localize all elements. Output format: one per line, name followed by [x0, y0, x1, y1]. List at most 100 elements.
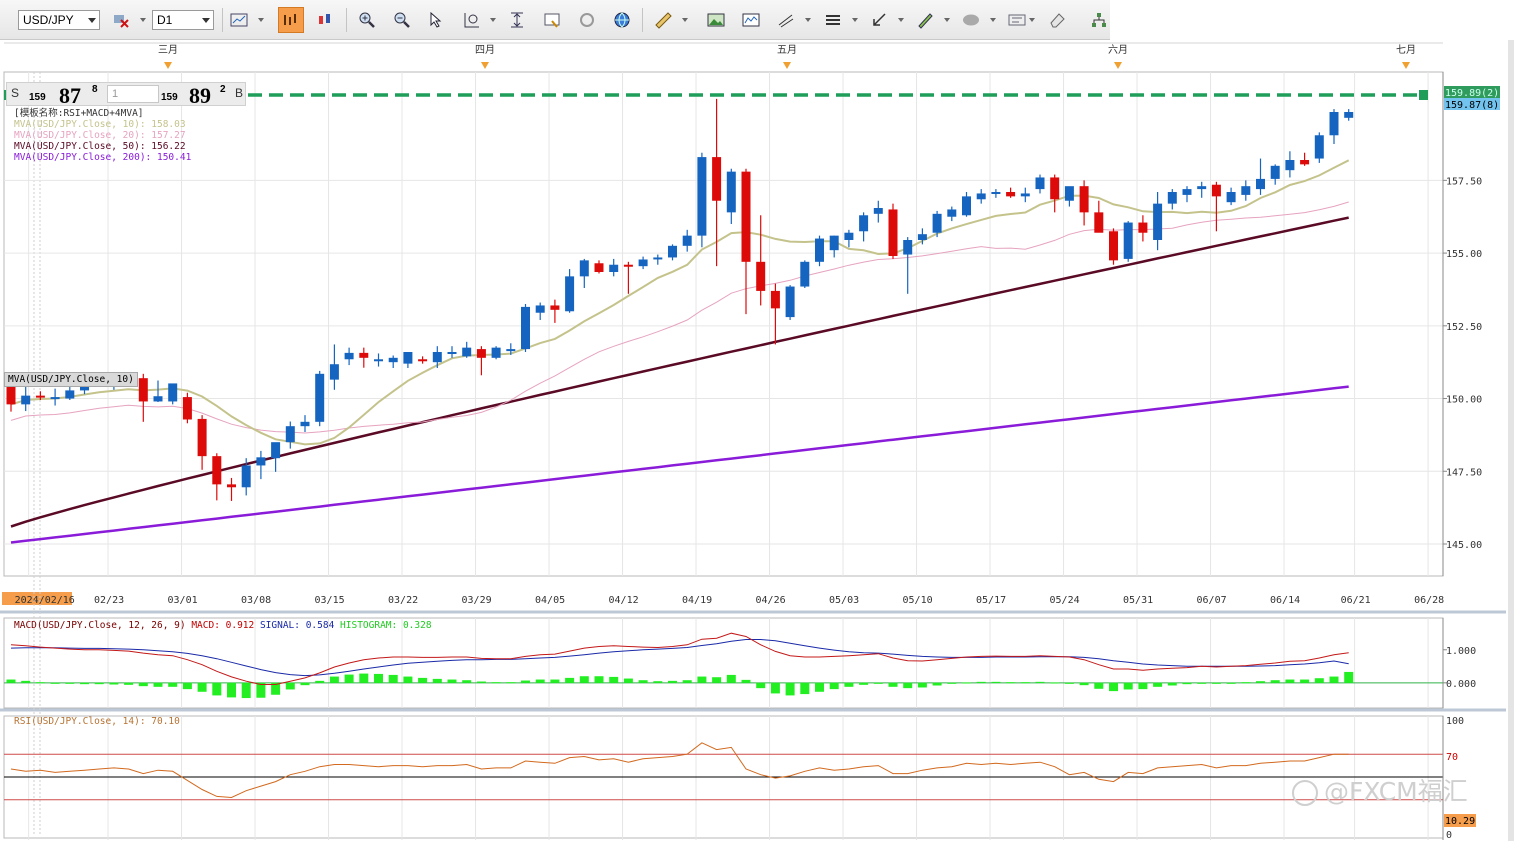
horizontal-lines-button[interactable]	[820, 7, 846, 33]
candle-body	[844, 232, 854, 240]
chevron-down-icon[interactable]	[88, 18, 96, 23]
macd-histogram-bar	[1167, 682, 1177, 686]
globe-button[interactable]	[609, 7, 635, 33]
candle-body	[359, 352, 369, 358]
chevron-down-icon[interactable]	[944, 18, 950, 22]
candle-body	[491, 347, 501, 358]
candle-chart-button[interactable]	[313, 7, 339, 33]
candle-body	[962, 196, 971, 216]
chevron-down-icon[interactable]	[898, 18, 904, 22]
macd-histogram-bar	[565, 677, 575, 683]
zoom-in-button[interactable]	[354, 7, 380, 33]
macd-histogram-bar	[741, 679, 751, 683]
candle-body	[6, 384, 16, 405]
candle-body	[521, 306, 530, 350]
shape-button[interactable]	[958, 7, 984, 33]
globe-icon	[614, 12, 630, 28]
buy-price-prefix[interactable]: 159	[161, 92, 178, 103]
candle-body	[859, 215, 869, 232]
macd-histogram-bar	[1344, 671, 1354, 683]
macd-histogram-bar	[124, 682, 134, 685]
zoom-range-button[interactable]	[459, 7, 485, 33]
macd-histogram-bar	[168, 682, 178, 687]
candle-body	[138, 378, 148, 402]
chevron-down-icon[interactable]	[990, 18, 996, 22]
candle-body	[1050, 177, 1060, 200]
chevron-down-icon[interactable]	[852, 18, 858, 22]
rsi-y-tick-label: 70	[1446, 752, 1458, 763]
bar-chart-button[interactable]	[278, 7, 304, 33]
buy-price-pip[interactable]: 2	[220, 84, 226, 95]
tree-button[interactable]	[1086, 7, 1112, 33]
chart-type-button[interactable]	[226, 7, 252, 33]
chart-window-button[interactable]	[539, 7, 565, 33]
buy-label[interactable]: B	[235, 86, 243, 100]
macd-histogram-bar	[65, 682, 75, 684]
cursor-button[interactable]	[424, 7, 450, 33]
bar-chart-icon	[284, 14, 296, 25]
arrow-tool-button[interactable]	[866, 7, 892, 33]
macd-histogram-bar	[506, 682, 516, 684]
macd-histogram-bar	[1211, 682, 1221, 684]
macd-histogram-bar	[785, 682, 795, 696]
watermark-text: @FXCM福汇	[1324, 777, 1468, 806]
macd-histogram-bar	[668, 680, 677, 683]
indicator-window-button[interactable]	[738, 7, 764, 33]
candle-body	[1079, 186, 1089, 213]
pen-button[interactable]	[912, 7, 938, 33]
macd-histogram-bar	[1020, 682, 1030, 684]
fit-button[interactable]	[504, 7, 530, 33]
chevron-down-icon[interactable]	[1029, 18, 1035, 22]
text-button[interactable]	[1004, 7, 1030, 33]
refresh-icon	[580, 13, 594, 27]
timeframe-select[interactable]: D1	[152, 10, 214, 30]
sell-price-prefix[interactable]: 159	[29, 92, 46, 103]
eraser-button[interactable]	[1044, 7, 1070, 33]
remove-indicator-button[interactable]	[108, 7, 134, 33]
sell-label[interactable]: S	[11, 86, 19, 100]
refresh-button[interactable]	[574, 7, 600, 33]
x-tick-label: 03/15	[315, 595, 345, 606]
macd-histogram-bar	[227, 682, 236, 698]
candle-body	[1153, 203, 1163, 240]
macd-histogram-bar	[1314, 678, 1324, 683]
candle-body	[947, 209, 957, 217]
symbol-select[interactable]: USD/JPY	[18, 10, 100, 30]
macd-histogram-bar	[962, 682, 971, 684]
timeframe-select-value: D1	[157, 13, 173, 27]
candle-body	[241, 465, 251, 488]
macd-histogram-bar	[329, 676, 339, 683]
candle-body	[506, 349, 516, 352]
macd-histogram-bar	[1035, 681, 1045, 683]
arrow-icon	[873, 13, 886, 26]
draw-lines-button[interactable]	[773, 7, 799, 33]
picture-button[interactable]	[703, 7, 729, 33]
horizontal-lines-icon	[826, 15, 840, 25]
chevron-down-icon[interactable]	[682, 18, 688, 22]
zoom-out-button[interactable]	[389, 7, 415, 33]
chevron-down-icon[interactable]	[140, 18, 146, 22]
chevron-down-icon[interactable]	[258, 18, 264, 22]
sell-price[interactable]: 87	[59, 83, 81, 109]
y-tick-label: 145.00	[1446, 540, 1482, 551]
candle-body	[1167, 192, 1177, 204]
chevron-down-icon[interactable]	[202, 18, 210, 23]
chevron-down-icon[interactable]	[805, 18, 811, 22]
price-chart[interactable]: 2024/02/16 02/23 03/01 03/08 03/15 03/22 03/29…	[0, 40, 1514, 841]
x-tick-label: 03/22	[388, 595, 418, 606]
ruler-button[interactable]	[650, 7, 676, 33]
macd-histogram-bar	[1153, 682, 1163, 687]
x-tick-label: 04/19	[682, 595, 712, 606]
macd-histogram-bar	[1329, 676, 1339, 683]
amount-input[interactable]: 1	[107, 85, 159, 103]
price-line-handle-right	[1419, 90, 1428, 100]
macd-histogram-bar	[138, 682, 148, 687]
x-tick-label: 06/14	[1270, 595, 1300, 606]
macd-histogram-bar	[712, 677, 722, 683]
buy-price[interactable]: 89	[189, 83, 211, 109]
macd-y-tick-label: 0.000	[1446, 679, 1476, 690]
chevron-down-icon[interactable]	[490, 18, 496, 22]
sell-price-pip[interactable]: 8	[92, 84, 98, 95]
candle-body	[476, 349, 486, 358]
macd-label-part: MACD: 0.912	[191, 620, 260, 631]
